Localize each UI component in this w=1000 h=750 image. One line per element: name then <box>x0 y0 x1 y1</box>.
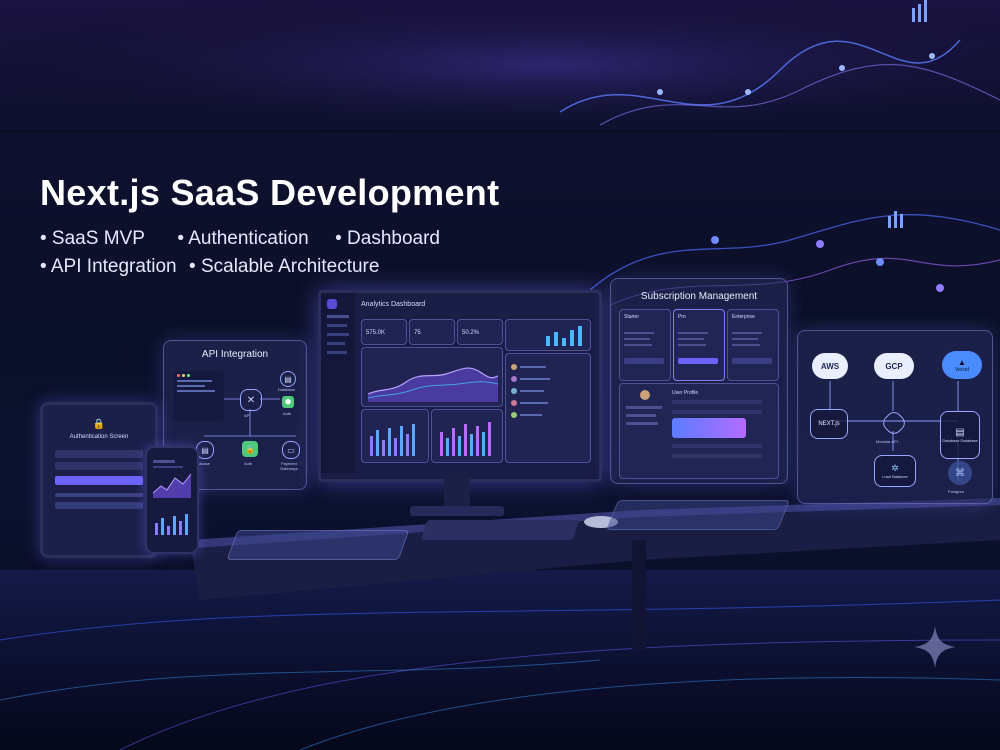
tablet-auth-screen: 🔒 Authentication Screen <box>40 402 158 558</box>
architecture-panel: AWS GCP ▲ Vercel NEXT.js Modular API ▤ D… <box>797 330 993 504</box>
database-node-arch: ▤ Database Database <box>940 411 980 459</box>
feature-bullets-row2: • API Integration • Scalable Architectur… <box>40 256 500 278</box>
auth-node-2: 🔒 <box>242 441 258 457</box>
dashboard-sidebar <box>321 293 355 473</box>
bullet-scalable-architecture: • Scalable Architecture <box>189 256 380 277</box>
mini-bar-card <box>505 319 591 351</box>
desk-holo-card-2 <box>605 500 791 530</box>
email-field[interactable] <box>55 450 143 458</box>
user-list-card <box>505 353 591 463</box>
divider <box>55 493 143 497</box>
subscription-panel: Subscription Management Starter Pro Ente… <box>610 278 788 484</box>
stat-value-2: 75 <box>414 330 421 336</box>
aws-node: AWS <box>812 353 848 379</box>
line-chart-card <box>361 347 503 407</box>
vercel-node: ▲ Vercel <box>942 351 982 379</box>
bar-chart-card-1 <box>361 409 429 463</box>
bullet-api-integration: • API Integration <box>40 256 177 277</box>
bullet-dashboard: • Dashboard <box>335 228 440 249</box>
phone-mockup <box>145 446 199 554</box>
password-field[interactable] <box>55 462 143 470</box>
lock-icon: 🔒 <box>92 419 106 430</box>
bar-chart-card-2 <box>431 409 503 463</box>
load-balancer-node: ✲ Load Balancer <box>874 455 916 487</box>
database-icon-2: ▤ <box>201 445 209 455</box>
keyboard <box>420 520 580 540</box>
nextjs-node: NEXT.js <box>810 409 848 439</box>
subscription-title: Subscription Management <box>640 291 758 302</box>
dashboard-title: Analytics Dashboard <box>361 301 426 308</box>
analytics-dashboard-monitor: Analytics Dashboard 575.0K 75 50.2% <box>318 290 602 482</box>
user-profile-title: User Profile <box>672 390 699 396</box>
plan-name-starter: Starter <box>624 314 640 320</box>
bar-chart-1 <box>370 424 415 456</box>
login-button[interactable] <box>55 476 143 485</box>
plan-card-starter[interactable]: Starter <box>619 309 671 381</box>
select-enterprise-button[interactable] <box>732 358 772 364</box>
stat-value-3: 50.2% <box>462 330 480 336</box>
card-icon: ▭ <box>287 445 295 455</box>
plan-name-pro: Pro <box>678 314 686 320</box>
phone-charts <box>152 460 192 535</box>
plan-card-pro[interactable]: Pro <box>673 309 725 381</box>
stat-value-1: 575.0K <box>366 330 386 336</box>
postgres-node: ⌘ <box>948 461 972 485</box>
triangle-icon: ▲ <box>958 357 966 367</box>
plan-card-enterprise[interactable]: Enterprise <box>727 309 779 381</box>
sparkle-icon <box>914 626 956 668</box>
social-login-button[interactable] <box>55 502 143 509</box>
aws-label: AWS <box>820 361 840 371</box>
postgres-label: Postgres <box>948 489 964 494</box>
modular-api-label: Modular API <box>876 439 898 444</box>
stat-card-1: 575.0K <box>361 319 407 345</box>
gcp-node: GCP <box>874 353 914 379</box>
scene: Next.js SaaS Development • SaaS MVP • Au… <box>0 0 1000 750</box>
database-icon-arch: ▤ <box>955 427 965 438</box>
network-icon: ✲ <box>891 463 899 473</box>
select-starter-button[interactable] <box>624 358 664 364</box>
avatar <box>640 390 650 400</box>
user-profile-card: User Profile <box>619 383 779 479</box>
monitor-base <box>410 506 504 516</box>
payment-node: ▭ <box>282 441 300 459</box>
mini-bar-chart <box>546 326 582 346</box>
lock-icon: 🔒 <box>245 444 255 454</box>
gcp-label: GCP <box>885 361 903 371</box>
app-logo <box>327 299 337 309</box>
bar-chart-2 <box>440 422 491 456</box>
plan-name-enterprise: Enterprise <box>732 314 755 320</box>
vercel-label: Vercel <box>955 366 969 373</box>
desk-holo-card <box>226 530 410 560</box>
stat-card-3: 50.2% <box>457 319 503 345</box>
load-balancer-label: Load Balancer <box>882 474 908 479</box>
area-chart <box>367 367 499 402</box>
stat-card-2: 75 <box>409 319 455 345</box>
payment-node-label: Payment Gateways <box>280 461 298 471</box>
monitor-stand <box>444 478 470 508</box>
database-arch-label: Database Database <box>942 438 978 443</box>
auth-node-2-label: Auth <box>244 461 253 466</box>
bullet-authentication: • Authentication <box>177 228 309 249</box>
payment-card <box>672 418 746 438</box>
nextjs-label: NEXT.js <box>818 421 840 427</box>
select-pro-button[interactable] <box>678 358 718 364</box>
auth-screen-title: Authentication Screen <box>69 434 129 440</box>
bullet-saas-mvp: • SaaS MVP <box>40 228 145 249</box>
headline: Next.js SaaS Development <box>40 172 500 213</box>
elephant-icon: ⌘ <box>955 467 965 479</box>
feature-bullets: • SaaS MVP • Authentication • Dashboard <box>40 228 500 250</box>
